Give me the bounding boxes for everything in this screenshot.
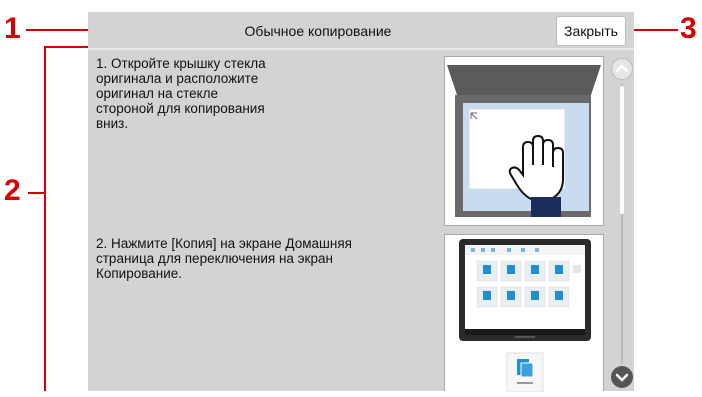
close-button[interactable]: Закрыть (556, 16, 626, 46)
step-2-text: 2. Нажмите [Копия] на экране Домашняя ст… (96, 236, 352, 281)
callout-3: 3 (680, 12, 697, 45)
scroll-thumb[interactable] (620, 86, 624, 214)
callout-2-bracket (44, 46, 46, 391)
step-1-text: 1. Откройте крышку стекла оригинала и ра… (96, 56, 266, 131)
home-screen-copy-image (459, 239, 591, 393)
scrollbar[interactable] (608, 52, 634, 391)
chevron-down-icon[interactable] (611, 366, 633, 388)
chevron-up-icon[interactable] (611, 58, 633, 80)
step-1-illustration (444, 56, 604, 226)
device-panel: Обычное копирование Закрыть 1. Откройте … (88, 12, 634, 393)
callout-1: 1 (4, 12, 21, 45)
callout-2-line-h (28, 192, 44, 194)
panel-header: Обычное копирование Закрыть (88, 12, 634, 50)
glass-scanner-hand-image (447, 65, 601, 217)
page-title: Обычное копирование (244, 23, 392, 39)
callout-2: 2 (4, 174, 21, 207)
help-content: 1. Откройте крышку стекла оригинала и ра… (88, 52, 608, 393)
step-2-illustration (444, 234, 604, 393)
